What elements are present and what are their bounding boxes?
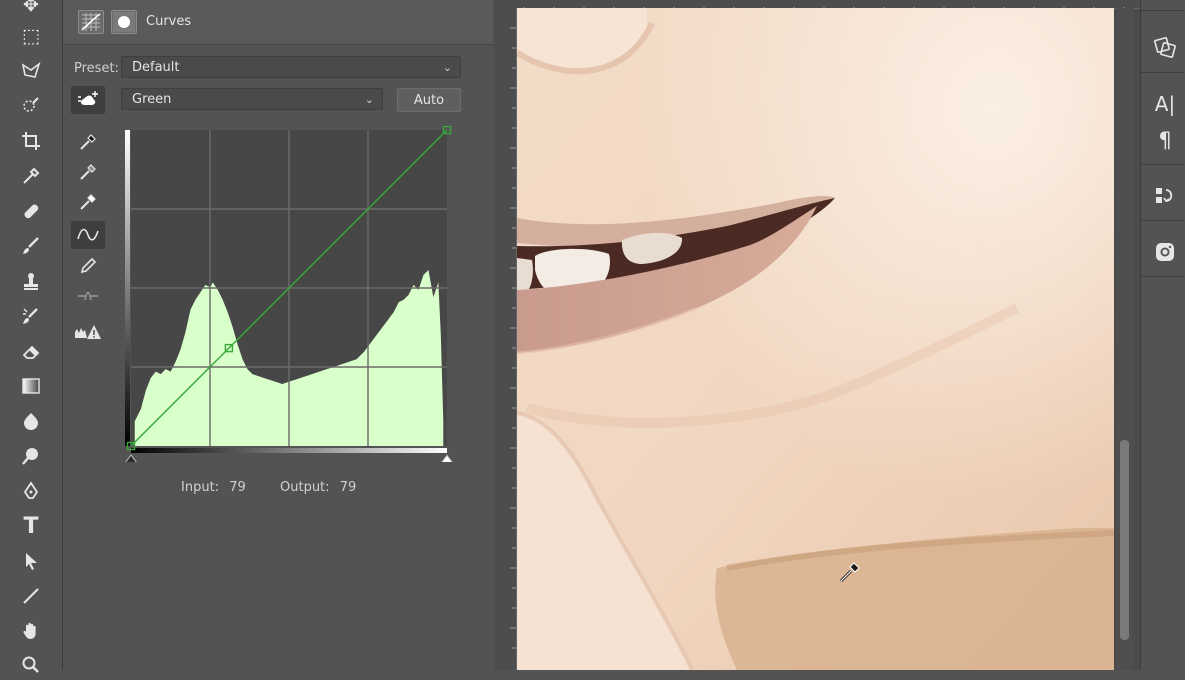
clipping-warning-icon[interactable] [71,318,105,346]
line-icon[interactable] [14,581,48,611]
dodge-icon[interactable] [14,441,48,471]
path-select-icon[interactable] [14,546,48,576]
character-icon[interactable]: A| [1148,87,1182,121]
input-gradient-bar [131,448,447,453]
properties-icon[interactable] [1148,30,1182,64]
move-icon[interactable]: ✥ [14,0,48,20]
healing-brush-icon[interactable] [14,196,48,226]
panel-dock: A| ¶ [1140,0,1185,670]
properties-panel: Curves Preset: Default ⌄ Green ⌄ Auto In… [63,0,493,670]
chevron-down-icon: ⌄ [364,93,374,106]
instagram-icon[interactable] [1148,235,1182,269]
scrollbar-thumb[interactable] [1120,440,1129,640]
brush-icon[interactable] [14,231,48,261]
output-value[interactable]: 79 [340,480,357,495]
curves-graph[interactable] [123,125,455,464]
input-label: Input: [181,480,220,495]
crop-icon[interactable] [14,126,48,156]
type-icon[interactable]: T [14,511,48,541]
photo-canvas[interactable] [515,8,1115,671]
output-readout: Output: 79 [280,480,356,495]
panel-title: Curves [146,14,192,29]
marquee-icon[interactable]: ⬚ [14,21,48,51]
pencil-icon[interactable] [71,252,105,280]
white-point-eyedropper-icon[interactable] [71,188,105,216]
eraser-icon[interactable] [14,336,48,366]
smooth-curve-icon[interactable] [71,282,105,310]
clone-stamp-icon[interactable] [14,266,48,296]
eyedropper-icon[interactable] [14,161,48,191]
preset-value: Default [132,60,180,75]
history-brush-icon[interactable] [14,301,48,331]
curve-points-icon[interactable] [71,221,105,249]
vertical-ruler [494,8,517,670]
auto-button[interactable]: Auto [397,88,461,112]
paragraph-icon[interactable]: ¶ [1148,123,1182,157]
panel-header: Curves [63,0,493,45]
blur-icon[interactable] [14,406,48,436]
curves-adjustment-icon[interactable] [78,10,104,34]
black-point-eyedropper-icon[interactable] [71,128,105,156]
white-point-slider[interactable] [440,454,454,464]
pen-icon[interactable] [14,476,48,506]
gradient-icon[interactable] [14,371,48,401]
history-icon[interactable] [1148,179,1182,213]
tools-panel: ✥ ⬚ T [0,0,63,673]
gray-point-eyedropper-icon[interactable] [71,158,105,186]
output-label: Output: [280,480,330,495]
layer-mask-icon[interactable] [111,10,137,34]
quick-select-icon[interactable] [14,91,48,121]
hand-icon[interactable] [14,616,48,646]
input-readout: Input: 79 [181,480,246,495]
targeted-adjustment-icon[interactable] [71,86,105,114]
zoom-icon[interactable] [14,650,48,680]
chevron-down-icon: ⌄ [442,61,452,74]
preset-label: Preset: [74,61,119,76]
channel-value: Green [132,92,172,107]
input-value[interactable]: 79 [229,480,246,495]
vertical-scrollbar[interactable] [1116,8,1134,670]
lasso-icon[interactable] [14,56,48,86]
channel-dropdown[interactable]: Green ⌄ [121,88,383,110]
output-gradient-bar [125,130,130,446]
preset-dropdown[interactable]: Default ⌄ [121,56,461,78]
black-point-slider[interactable] [124,454,138,464]
